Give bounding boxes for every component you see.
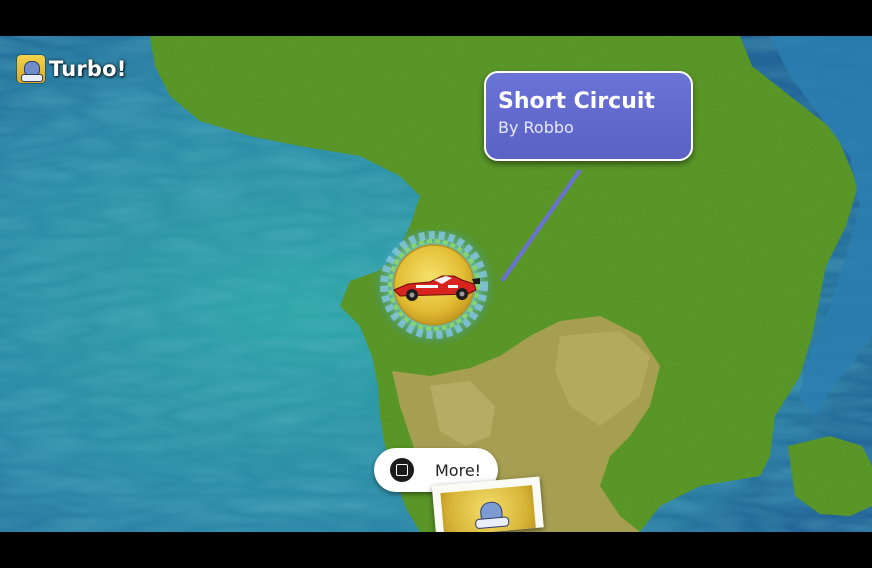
more-label: More! (435, 460, 482, 480)
player-name: Turbo! (49, 57, 127, 81)
level-info-card[interactable]: Short Circuit By Robbo (484, 71, 693, 161)
level-marker[interactable] (370, 223, 498, 358)
level-title: Short Circuit (498, 89, 655, 114)
game-screen: Turbo! Short Circuit By Robbo More! (0, 0, 872, 568)
letterbox-bottom (0, 532, 872, 568)
square-button-icon (390, 458, 414, 482)
level-thumbnail-card[interactable] (431, 476, 544, 537)
letterbox-top (0, 0, 872, 36)
level-author: By Robbo (498, 118, 574, 137)
race-car-icon (372, 223, 496, 347)
player-badge: Turbo! (17, 55, 127, 83)
robot-thumbnail-icon (440, 485, 537, 537)
robot-avatar-icon (17, 55, 45, 83)
